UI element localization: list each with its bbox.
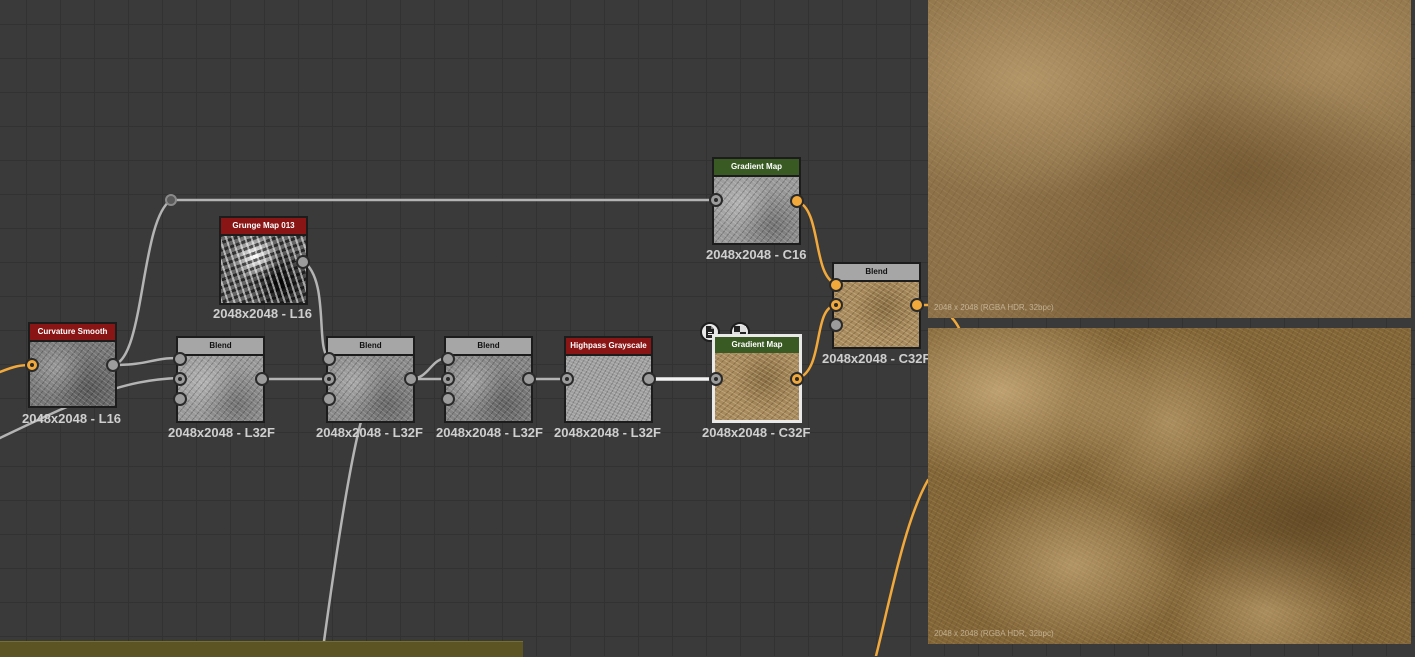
node-thumbnail [715, 353, 799, 420]
node-thumbnail [221, 236, 306, 303]
node-blend-2[interactable]: Blend [326, 336, 415, 423]
input-port-background[interactable] [173, 372, 187, 386]
node-thumbnail [714, 177, 799, 243]
preview-info: 2048 x 2048 (RGBA HDR, 32bpc) [934, 629, 1054, 638]
node-thumbnail [566, 356, 651, 421]
input-port-background[interactable] [441, 372, 455, 386]
input-port-mask[interactable] [441, 392, 455, 406]
input-port-mask[interactable] [173, 392, 187, 406]
input-port-foreground[interactable] [173, 352, 187, 366]
wire-curv-to-dot [111, 198, 173, 367]
node-blend-3[interactable]: Blend [444, 336, 533, 423]
node-blend-final[interactable]: Blend [832, 262, 921, 349]
node-thumbnail [446, 356, 531, 421]
input-port-foreground[interactable] [322, 352, 336, 366]
node-thumbnail [328, 356, 413, 421]
input-port-foreground[interactable] [441, 352, 455, 366]
node-grunge-map[interactable]: Grunge Map 013 [219, 216, 308, 305]
wire-gradsel-to-blendfinal [795, 303, 838, 381]
node-size-label: 2048x2048 - L32F [554, 425, 661, 440]
node-gradient-map-top[interactable]: Gradient Map [712, 157, 801, 245]
reroute-dot[interactable] [165, 194, 177, 206]
preview-bottom[interactable]: 2048 x 2048 (RGBA HDR, 32bpc) [928, 328, 1411, 644]
output-port[interactable] [106, 358, 120, 372]
node-title: Highpass Grayscale [566, 338, 651, 354]
output-port[interactable] [522, 372, 536, 386]
node-size-label: 2048x2048 - L16 [22, 411, 122, 426]
node-title: Blend [328, 338, 413, 354]
node-size-label: 2048x2048 - C32F [702, 425, 811, 440]
output-port[interactable] [642, 372, 656, 386]
output-port[interactable] [296, 255, 310, 269]
node-size-label: 2048x2048 - L16 [213, 306, 313, 321]
output-port[interactable] [790, 372, 804, 386]
node-thumbnail [30, 342, 115, 406]
output-port[interactable] [910, 298, 924, 312]
output-port[interactable] [255, 372, 269, 386]
node-gradient-map-selected[interactable]: Gradient Map [712, 334, 802, 423]
node-title: Grunge Map 013 [221, 218, 306, 234]
node-size-label: 2048x2048 - C16 [706, 247, 807, 262]
node-size-label: 2048x2048 - L32F [436, 425, 543, 440]
node-thumbnail [834, 282, 919, 347]
node-blend-1[interactable]: Blend [176, 336, 265, 423]
wire-out-down [874, 478, 930, 656]
node-title: Gradient Map [714, 159, 799, 175]
input-port-foreground[interactable] [829, 278, 843, 292]
wire-gradtop-to-blendfinal [795, 199, 838, 286]
preview-info: 2048 x 2048 (RGBA HDR, 32bpc) [934, 303, 1054, 312]
node-title: Curvature Smooth [30, 324, 115, 340]
input-port-mask[interactable] [829, 318, 843, 332]
wire-offscreen-to-blend2 [320, 416, 364, 656]
input-port[interactable] [709, 193, 723, 207]
node-title: Blend [446, 338, 531, 354]
node-thumbnail [178, 356, 263, 421]
input-port[interactable] [560, 372, 574, 386]
input-port-background[interactable] [322, 372, 336, 386]
node-size-label: 2048x2048 - L32F [168, 425, 275, 440]
input-port-background[interactable] [829, 298, 843, 312]
input-port-mask[interactable] [322, 392, 336, 406]
output-port[interactable] [790, 194, 804, 208]
output-port[interactable] [404, 372, 418, 386]
node-highpass-grayscale[interactable]: Highpass Grayscale [564, 336, 653, 423]
input-port[interactable] [25, 358, 39, 372]
node-title: Gradient Map [715, 337, 799, 353]
node-size-label: 2048x2048 - C32F [822, 351, 931, 366]
node-title: Blend [834, 264, 919, 280]
node-curvature-smooth[interactable]: Curvature Smooth [28, 322, 117, 408]
node-title: Blend [178, 338, 263, 354]
frame-comment-bar[interactable] [0, 641, 523, 657]
input-port[interactable] [709, 372, 723, 386]
preview-top[interactable]: 2048 x 2048 (RGBA HDR, 32bpc) [928, 0, 1411, 318]
node-size-label: 2048x2048 - L32F [316, 425, 423, 440]
